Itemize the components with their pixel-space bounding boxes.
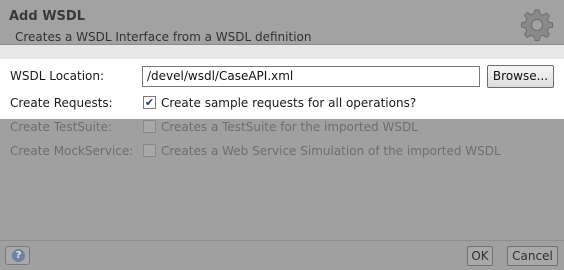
create-testsuite-label: Create TestSuite: xyxy=(10,120,113,134)
dialog-title: Add WSDL xyxy=(9,9,85,24)
dialog-header: Add WSDL Creates a WSDL Interface from a… xyxy=(0,0,564,44)
footer-divider xyxy=(0,240,564,241)
create-testsuite-checkbox[interactable] xyxy=(143,120,156,133)
create-requests-checkbox[interactable]: ✔ xyxy=(143,96,156,109)
cancel-button[interactable]: Cancel xyxy=(507,246,558,266)
create-mockservice-label: Create MockService: xyxy=(10,144,134,158)
browse-button[interactable]: Browse... xyxy=(487,65,554,88)
create-requests-row: Create Requests: ✔ Create sample request… xyxy=(0,93,564,115)
dialog-subtitle: Creates a WSDL Interface from a WSDL def… xyxy=(15,30,312,44)
create-testsuite-checkbox-label[interactable]: Creates a TestSuite for the imported WSD… xyxy=(161,120,418,134)
create-mockservice-row: Create MockService: Creates a Web Servic… xyxy=(0,141,564,163)
help-icon: ? xyxy=(12,249,25,262)
create-requests-checkbox-label[interactable]: Create sample requests for all operation… xyxy=(161,96,416,110)
wsdl-location-input[interactable]: /devel/wsdl/CaseAPI.xml xyxy=(142,66,480,87)
ok-button[interactable]: OK xyxy=(467,246,493,266)
help-button[interactable]: ? xyxy=(5,246,30,265)
wsdl-location-label: WSDL Location: xyxy=(10,69,105,83)
create-mockservice-checkbox-label[interactable]: Creates a Web Service Simulation of the … xyxy=(161,144,501,158)
gear-icon xyxy=(521,9,553,41)
spacer xyxy=(0,45,564,59)
create-requests-label: Create Requests: xyxy=(10,96,113,110)
wsdl-location-row: WSDL Location: /devel/wsdl/CaseAPI.xml B… xyxy=(0,65,564,88)
create-testsuite-row: Create TestSuite: Creates a TestSuite fo… xyxy=(0,117,564,139)
create-mockservice-checkbox[interactable] xyxy=(143,144,156,157)
